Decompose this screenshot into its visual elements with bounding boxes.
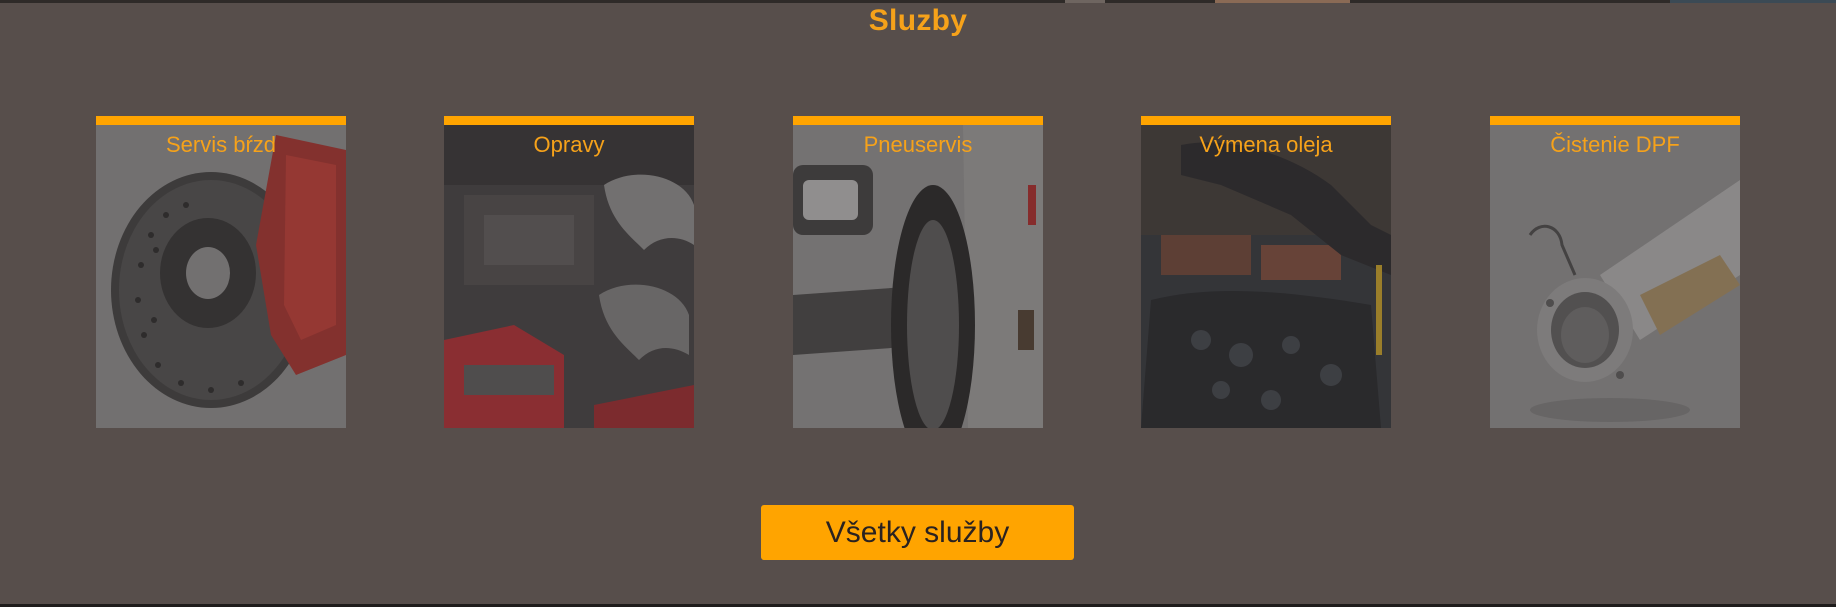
service-card-label: Opravy — [533, 132, 605, 157]
service-card-label: Servis bŕzd — [165, 132, 277, 157]
service-card-tires[interactable]: Pneuservis — [793, 116, 1043, 428]
service-card-repairs[interactable]: Opravy — [444, 116, 694, 428]
service-card-label: Výmena oleja — [1199, 132, 1333, 157]
header-image-strip — [0, 0, 1836, 3]
service-card-oil[interactable]: Výmena oleja — [1141, 116, 1391, 428]
card-accent-bar — [444, 116, 694, 125]
service-card-label: Pneuservis — [863, 132, 973, 157]
service-card-brakes[interactable]: Servis bŕzd — [96, 116, 346, 428]
card-accent-bar — [1141, 116, 1391, 125]
section-title: Sluzby — [868, 4, 968, 37]
card-accent-bar — [96, 116, 346, 125]
card-accent-bar — [1490, 116, 1740, 125]
card-accent-bar — [793, 116, 1043, 125]
service-card-label: Čistenie DPF — [1550, 132, 1680, 157]
all-services-button[interactable]: Všetky služby — [761, 505, 1074, 560]
service-card-dpf[interactable]: Čistenie DPF — [1490, 116, 1740, 428]
